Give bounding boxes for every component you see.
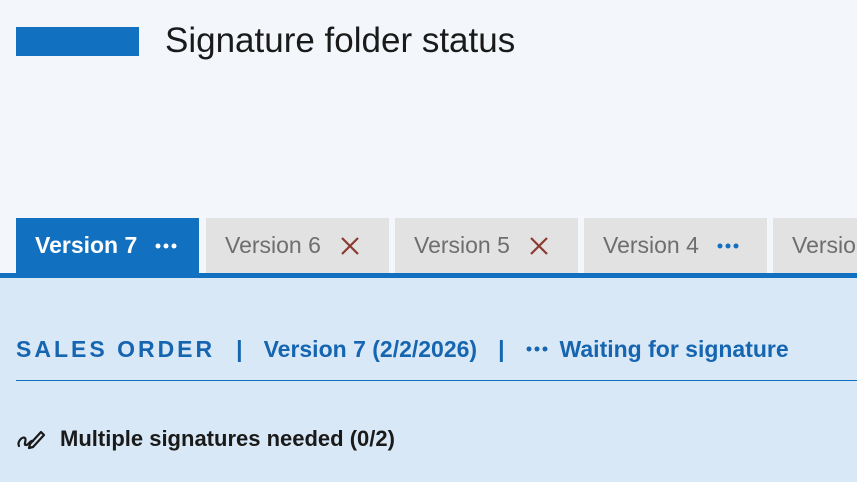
close-icon[interactable] bbox=[339, 235, 361, 257]
tab-label: Version 6 bbox=[225, 232, 321, 258]
signature-requirement: Multiple signatures needed (0/2) bbox=[16, 424, 395, 454]
brand-logo bbox=[16, 27, 139, 56]
signatures-needed-text: Multiple signatures needed (0/2) bbox=[60, 426, 395, 451]
tab-label: Version 3 bbox=[792, 232, 857, 258]
tab-version-6[interactable]: Version 6 bbox=[206, 218, 389, 273]
more-icon bbox=[526, 346, 548, 352]
tab-label: Version 7 bbox=[35, 232, 138, 258]
close-icon[interactable] bbox=[528, 235, 550, 257]
divider bbox=[16, 380, 857, 381]
separator: | bbox=[236, 335, 243, 362]
tab-label: Version 5 bbox=[414, 232, 510, 258]
tab-version-7[interactable]: Version 7 bbox=[16, 218, 199, 273]
status-text: Waiting for signature bbox=[559, 335, 789, 362]
tab-label: Version 4 bbox=[603, 232, 699, 258]
document-meta: SALES ORDER | Version 7 (2/2/2026) | Wai… bbox=[16, 334, 789, 364]
tab-version-5[interactable]: Version 5 bbox=[395, 218, 578, 273]
signature-icon bbox=[16, 428, 46, 450]
page-title: Signature folder status bbox=[165, 21, 516, 60]
separator: | bbox=[498, 335, 505, 362]
tab-version-4[interactable]: Version 4 bbox=[584, 218, 767, 273]
tab-version-3[interactable]: Version 3 bbox=[773, 218, 857, 273]
version-details-panel: SALES ORDER | Version 7 (2/2/2026) | Wai… bbox=[0, 278, 857, 482]
more-icon[interactable] bbox=[717, 235, 739, 257]
more-icon[interactable] bbox=[155, 235, 177, 257]
version-tabs: Version 7 Version 6 Version 5 Version 4 … bbox=[16, 218, 857, 273]
version-info: Version 7 (2/2/2026) bbox=[263, 335, 478, 362]
page-header: Signature folder status bbox=[0, 0, 857, 218]
document-type: SALES ORDER bbox=[16, 335, 216, 362]
